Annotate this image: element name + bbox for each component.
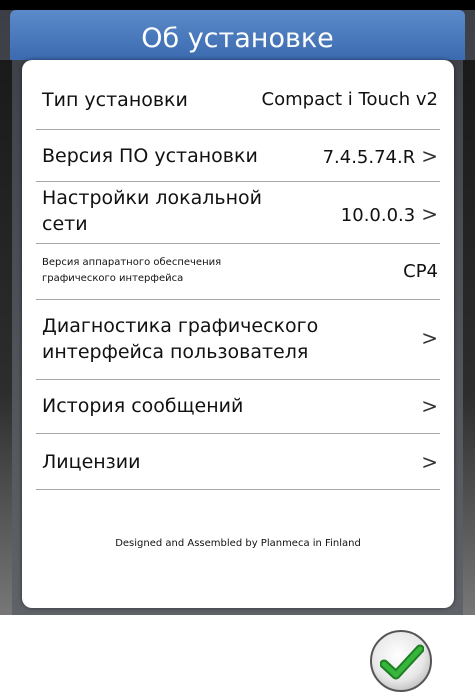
row-hardware-version: Версия аппаратного обеспечения графическ… (36, 244, 440, 300)
ok-button[interactable] (370, 630, 432, 692)
chevron-right-icon: > (421, 144, 438, 168)
row-label: История сообщений (42, 395, 244, 417)
top-partial-text (0, 0, 475, 8)
row-label-line1: Настройки локальной (42, 187, 262, 209)
row-label-line2: сети (42, 213, 88, 235)
checkmark-icon (380, 644, 424, 680)
chevron-right-icon: > (421, 394, 438, 418)
top-status-strip (0, 0, 475, 10)
row-gui-diagnostics[interactable]: Диагностика графического интерфейса поль… (36, 300, 440, 380)
chevron-right-icon: > (421, 450, 438, 474)
row-value: > (415, 394, 438, 420)
row-label-line1: Версия аппаратного обеспечения (42, 257, 222, 268)
row-network-settings[interactable]: Настройки локальной сети 10.0.0.3 > (36, 182, 440, 244)
row-licenses[interactable]: Лицензии > (36, 434, 440, 490)
background-left-edge (0, 60, 12, 615)
row-software-version[interactable]: Версия ПО установки 7.4.5.74.R > (36, 130, 440, 182)
row-message-history[interactable]: История сообщений > (36, 380, 440, 434)
footer-credits: Designed and Assembled by Planmeca in Fi… (115, 538, 361, 549)
row-label-line2: интерфейса пользователя (42, 341, 309, 363)
background-right-edge (463, 60, 475, 615)
row-label: Версия ПО установки (42, 145, 258, 167)
row-value: 10.0.0.3 > (340, 202, 438, 226)
row-label: Лицензии (42, 451, 141, 473)
row-value: > (415, 450, 438, 476)
row-label-line1: Диагностика графического (42, 315, 319, 337)
dialog-title: Об установке (141, 23, 334, 54)
row-label: Тип установки (42, 89, 188, 111)
row-value: CP4 (403, 261, 438, 282)
chevron-right-icon: > (421, 326, 438, 350)
about-dialog-panel: Тип установки Compact i Touch v2 Версия … (22, 60, 454, 608)
row-value: 7.4.5.74.R > (322, 144, 438, 168)
row-label-line2: графического интерфейса (42, 273, 184, 284)
row-installation-type: Тип установки Compact i Touch v2 (36, 70, 440, 130)
chevron-right-icon: > (421, 202, 438, 226)
row-value: Compact i Touch v2 (261, 89, 438, 110)
dialog-title-bar: Об установке (10, 10, 465, 60)
row-value: > (415, 326, 438, 352)
